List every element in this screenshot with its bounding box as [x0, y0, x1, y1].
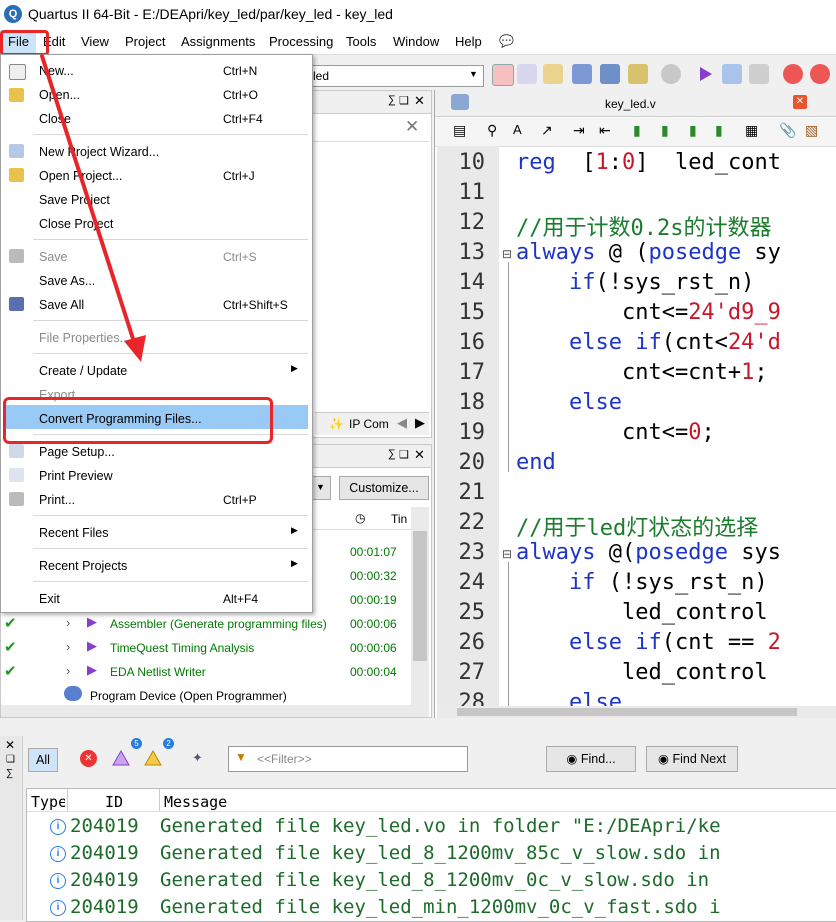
binoculars-icon: ◉	[566, 752, 578, 766]
find-label: Find...	[580, 752, 616, 766]
error-filter-icon[interactable]: ✕	[80, 750, 97, 767]
message-text[interactable]: Generated file key_led.vo in folder "E:/…	[160, 815, 721, 837]
critical-warning-filter-icon[interactable]	[112, 749, 130, 766]
info-count-badge: 2	[163, 738, 174, 749]
message-filter-input[interactable]: ▼ <<Filter>>	[228, 746, 468, 772]
col-message[interactable]: Message	[164, 793, 227, 811]
messages-side-strip: ✕ ❑ ∑	[0, 736, 23, 920]
restore-icon[interactable]: ❑	[6, 754, 15, 765]
find-next-button[interactable]: ◉ Find Next	[646, 746, 738, 772]
pin-icon[interactable]: ∑	[6, 768, 13, 779]
message-id: 204019	[70, 842, 139, 864]
message-id: 204019	[70, 815, 139, 837]
message-id: 204019	[70, 869, 139, 891]
warning-filter-icon[interactable]	[144, 749, 162, 766]
info-icon: i	[50, 900, 66, 916]
find-next-label: Find Next	[672, 752, 726, 766]
filter-funnel-icon: ▼	[235, 750, 247, 764]
suppress-filter-icon[interactable]: ✦	[192, 750, 210, 768]
filter-all-button[interactable]: All	[28, 748, 58, 772]
message-text[interactable]: Generated file key_led_8_1200mv_0c_v_slo…	[160, 869, 709, 891]
info-icon: i	[50, 846, 66, 862]
col-type[interactable]: Type	[31, 793, 65, 811]
info-icon: i	[50, 819, 66, 835]
info-icon: i	[50, 873, 66, 889]
column-divider	[159, 789, 160, 811]
warning-count-badge: 5	[131, 738, 142, 749]
col-id[interactable]: ID	[105, 793, 123, 811]
find-button[interactable]: ◉ Find...	[546, 746, 636, 772]
message-text[interactable]: Generated file key_led_min_1200mv_0c_v_f…	[160, 896, 721, 918]
binoculars-icon: ◉	[658, 752, 669, 766]
message-text[interactable]: Generated file key_led_8_1200mv_85c_v_sl…	[160, 842, 721, 864]
filter-placeholder: <<Filter>>	[257, 752, 312, 766]
message-list-header: Type ID Message	[27, 789, 836, 812]
close-icon[interactable]: ✕	[5, 738, 15, 752]
message-id: 204019	[70, 896, 139, 918]
column-divider	[67, 789, 68, 811]
